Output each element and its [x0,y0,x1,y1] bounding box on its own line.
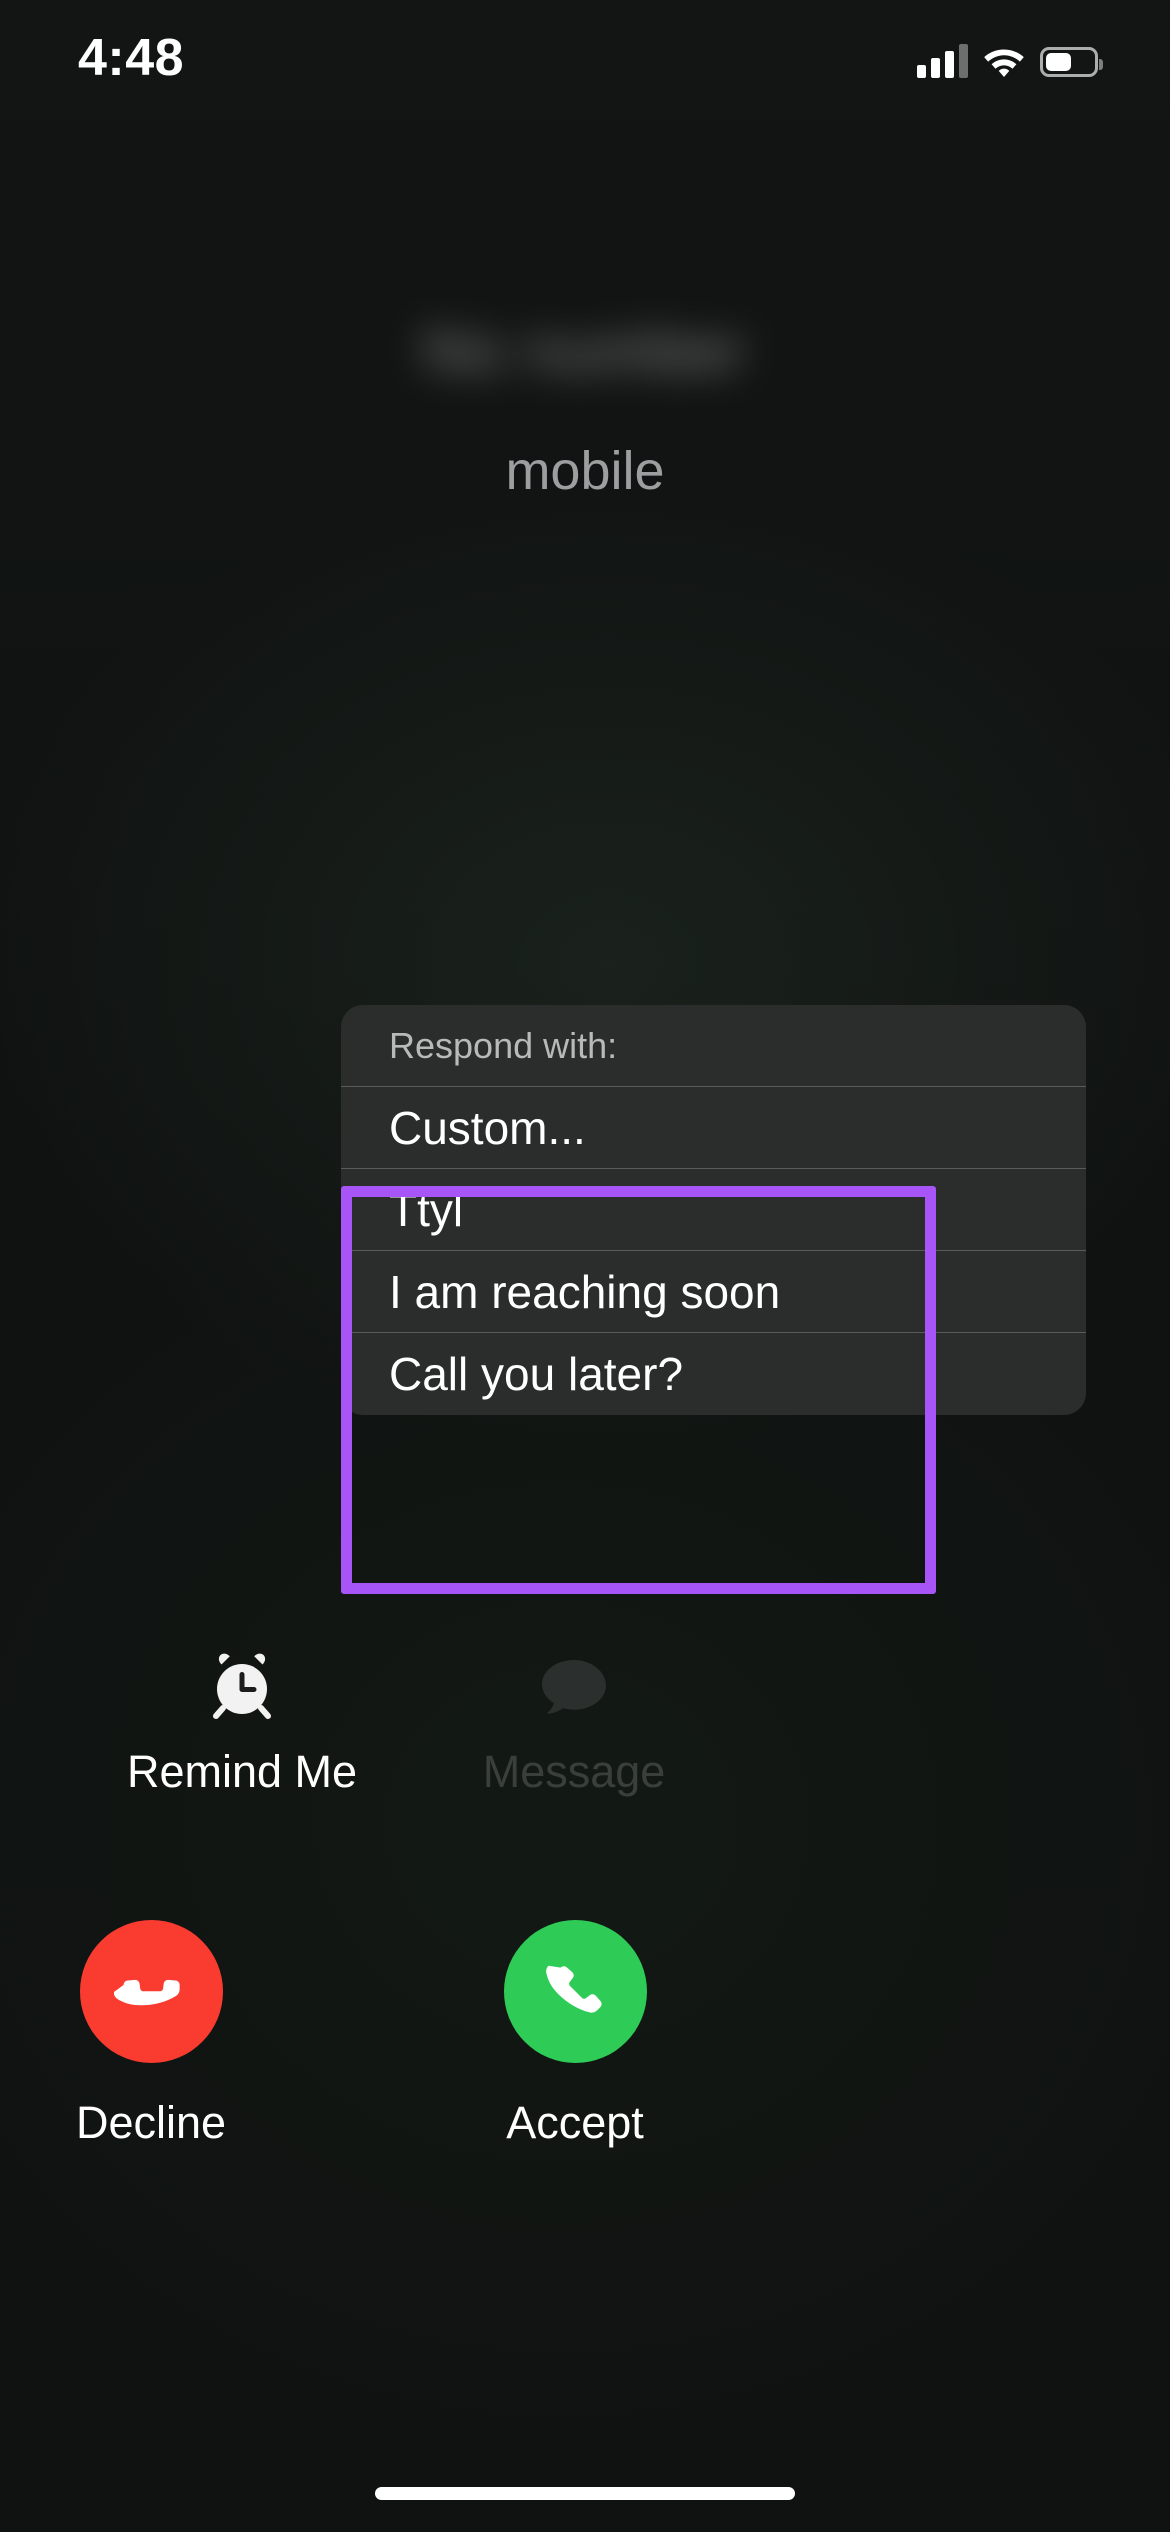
respond-with-header: Respond with: [341,1005,1086,1087]
status-bar-clock: 4:48 [78,29,185,87]
home-indicator[interactable] [375,2487,795,2500]
secondary-actions: Remind Me Message [0,1650,1170,1850]
decline-call-button[interactable]: Decline [0,1920,331,2149]
respond-with-panel: Respond with: Custom... Ttyl I am reachi… [341,1005,1086,1415]
decline-label: Decline [75,2097,227,2148]
status-bar: 4:48 [0,0,1170,120]
message-label: Message [482,1746,666,1797]
decline-call-circle[interactable] [79,1920,223,2063]
phone-accept-icon [546,1965,602,2013]
message-button[interactable]: Message [394,1650,754,1798]
respond-option-call-you-later[interactable]: Call you later? [341,1333,1086,1415]
status-bar-indicators [917,34,1103,78]
respond-option-custom[interactable]: Custom... [341,1087,1086,1169]
battery-icon [1040,47,1103,77]
respond-option-ttyl[interactable]: Ttyl [341,1169,1086,1251]
phone-decline-icon [114,1979,180,2005]
alarm-clock-icon [62,1650,422,1724]
accept-label: Accept [506,2097,644,2148]
respond-option-reaching-soon[interactable]: I am reaching soon [341,1251,1086,1333]
wifi-icon [984,49,1024,77]
caller-phone-label: mobile [505,441,665,501]
remind-me-label: Remind Me [126,1746,358,1797]
caller-name: No number [0,316,1170,387]
message-bubble-icon [394,1650,754,1724]
accept-call-circle[interactable] [503,1920,647,2063]
remind-me-button[interactable]: Remind Me [62,1650,422,1798]
accept-call-button[interactable]: Accept [395,1920,755,2149]
caller-name-redacted: No number [422,317,748,386]
cellular-signal-icon [917,44,968,78]
